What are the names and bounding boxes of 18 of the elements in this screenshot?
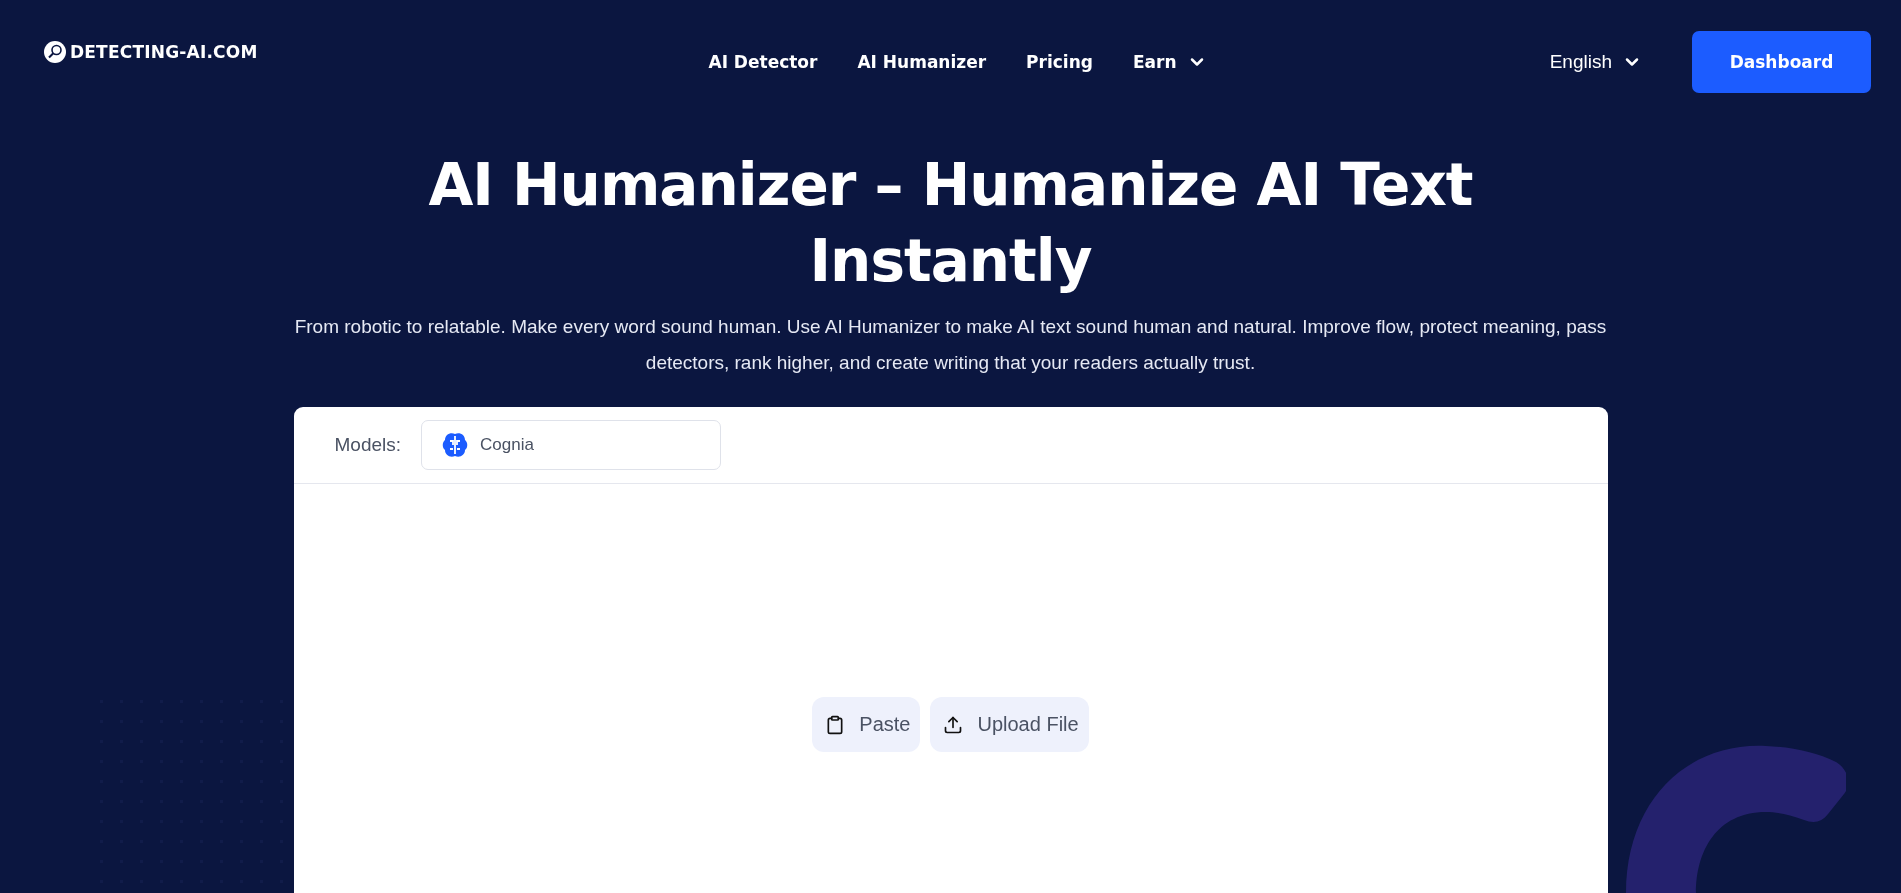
page-title: AI Humanizer – Humanize AI Text Instantly	[427, 150, 1474, 297]
nav-link[interactable]: Pricing	[1026, 52, 1093, 72]
nav-link[interactable]: AI Humanizer	[857, 52, 987, 72]
clipboard-icon	[825, 714, 846, 735]
models-label: Models:	[334, 434, 402, 456]
nav-link[interactable]: Earn	[1132, 52, 1207, 72]
page-subtitle: From robotic to relatable. Make every word sound human. Use AI Humanizer to make AI text sound human and natural. Improve flow, protect meaning, pass detectors, rank higher, and create writing that your readers actually trust.	[293, 315, 1608, 375]
model-name: Cognia	[480, 435, 534, 455]
paste-button[interactable]: Paste	[812, 697, 921, 752]
upload-icon	[943, 714, 964, 735]
upload-button[interactable]: Upload File	[930, 697, 1089, 752]
brain-icon	[442, 432, 469, 458]
model-selector[interactable]: Cognia	[421, 420, 722, 470]
dashboard-button[interactable]: Dashboard	[1692, 31, 1871, 93]
nav-link[interactable]: AI Detector	[708, 52, 818, 72]
language-selector[interactable]: English	[1549, 51, 1642, 73]
magnifier-logo-icon	[44, 41, 66, 63]
site-logo[interactable]: DETECTING-AI.COM	[70, 42, 258, 62]
